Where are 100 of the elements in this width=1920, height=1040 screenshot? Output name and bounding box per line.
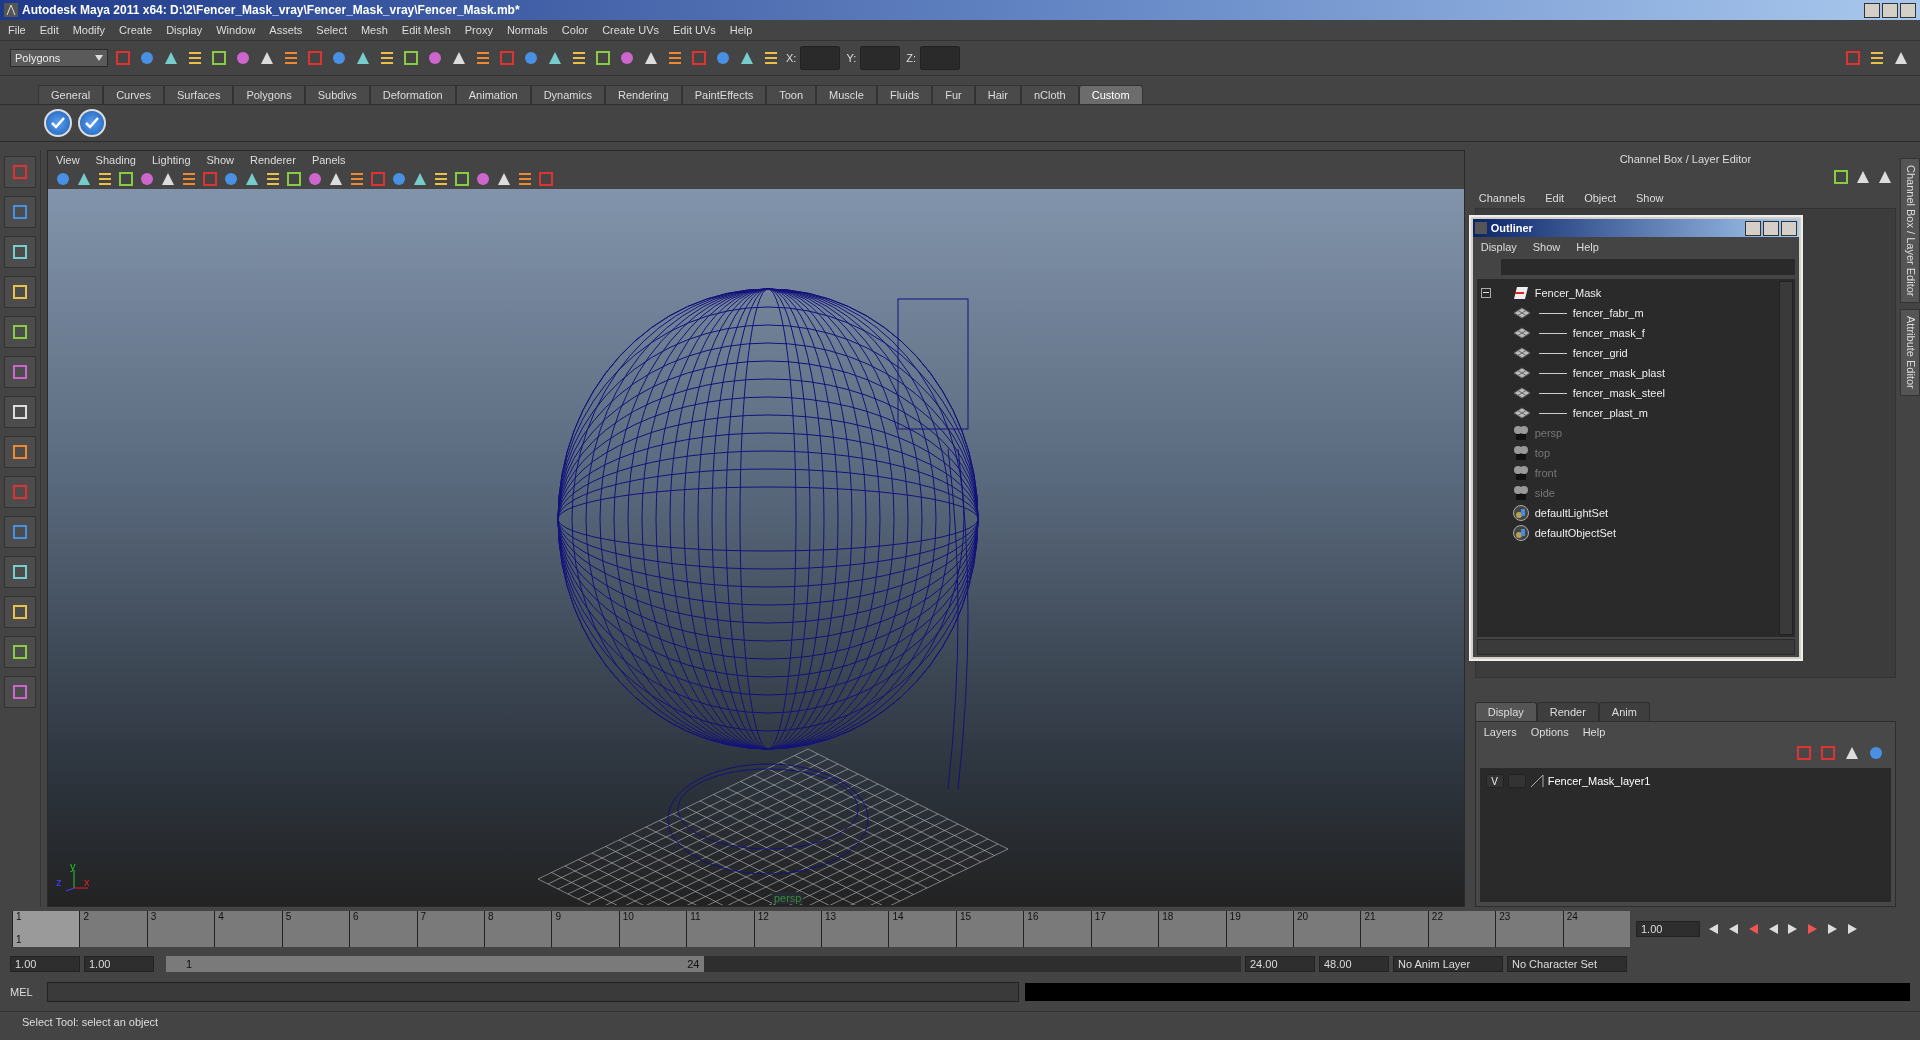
time-slider[interactable]: 1 1 2 3 4 5 6 7 8 9 10 11 12 13 14 15 16 17 18 19 20 21 22 23 24 xyxy=(12,911,1630,947)
outliner-item[interactable]: fencer_fabr_m xyxy=(1572,307,1644,319)
shelf-tab[interactable]: Rendering xyxy=(604,85,682,104)
shelf-tab[interactable]: General xyxy=(38,85,104,104)
outliner-item[interactable]: fencer_mask_plast xyxy=(1572,367,1666,379)
wireframe-mask-drawing[interactable] xyxy=(557,288,979,875)
menu-item[interactable]: Mesh xyxy=(360,24,388,36)
viewport-menu-item[interactable]: Lighting xyxy=(151,154,191,166)
menu-item[interactable]: Create UVs xyxy=(602,24,659,36)
shelf-tab[interactable]: Polygons xyxy=(233,85,305,104)
menu-item[interactable]: File xyxy=(8,24,26,36)
collapse-toggle[interactable] xyxy=(1480,288,1491,298)
menu-item[interactable]: Create xyxy=(119,24,153,36)
command-input-field[interactable] xyxy=(46,982,1019,1002)
menu-set-dropdown[interactable]: Polygons xyxy=(10,49,108,67)
frame-number: 5 xyxy=(285,911,292,922)
shelf-tab[interactable]: PaintEffects xyxy=(681,85,767,104)
layer-editor-tab[interactable]: Anim xyxy=(1598,702,1650,721)
close-button[interactable] xyxy=(1780,220,1797,236)
shelf-tab[interactable]: Deformation xyxy=(369,85,456,104)
viewport-menu-item[interactable]: Renderer xyxy=(250,154,296,166)
outliner-item[interactable]: defaultObjectSet xyxy=(1534,527,1617,539)
horizontal-scrollbar[interactable] xyxy=(1476,639,1795,655)
layer-menu-item[interactable]: Layers xyxy=(1483,726,1517,738)
menu-item[interactable]: Help xyxy=(729,24,753,36)
menu-item[interactable]: Edit UVs xyxy=(673,24,716,36)
menu-item[interactable]: Normals xyxy=(506,24,548,36)
perspective-viewport[interactable]: y z x persp xyxy=(47,189,1464,906)
menu-item[interactable]: Edit xyxy=(39,24,59,36)
menu-item[interactable]: Modify xyxy=(72,24,106,36)
viewport-menu-item[interactable]: Shading xyxy=(95,154,136,166)
outliner-menu-item[interactable]: Show xyxy=(1532,241,1561,253)
frame-number: 9 xyxy=(555,911,561,922)
layer-color-icon[interactable] xyxy=(1529,774,1544,788)
range-slider-handle[interactable]: 1 24 xyxy=(166,956,704,972)
close-button[interactable] xyxy=(1900,2,1916,18)
coordinate-field[interactable] xyxy=(920,46,960,70)
camera-icon xyxy=(1512,465,1529,481)
side-tab[interactable]: Channel Box / Layer Editor xyxy=(1900,158,1920,304)
vertical-scrollbar[interactable] xyxy=(1778,281,1793,635)
check-shelf-icon[interactable] xyxy=(78,109,106,137)
check-shelf-icon[interactable] xyxy=(44,109,72,137)
maximize-button[interactable] xyxy=(1762,220,1779,236)
outliner-item[interactable]: fencer_mask_steel xyxy=(1572,387,1666,399)
shelf-tab[interactable]: Dynamics xyxy=(530,85,605,104)
frame-number: 19 xyxy=(1229,911,1241,922)
filter-field[interactable] xyxy=(1500,259,1795,275)
outliner-item[interactable]: Fencer_Mask xyxy=(1534,287,1602,299)
channel-box-menu-item[interactable]: Edit xyxy=(1545,191,1565,204)
menu-item[interactable]: Color xyxy=(561,24,589,36)
minimize-button[interactable] xyxy=(1744,220,1761,236)
shelf-tab[interactable]: nCloth xyxy=(1020,85,1079,104)
shelf-tab[interactable]: Fur xyxy=(932,85,975,104)
layer-menu-item[interactable]: Options xyxy=(1530,726,1569,738)
menu-item[interactable]: Assets xyxy=(269,24,303,36)
character-set-dropdown[interactable]: No Character Set xyxy=(1507,956,1627,972)
outliner-item[interactable]: fencer_mask_f xyxy=(1572,327,1645,339)
anim-layer-dropdown[interactable]: No Anim Layer xyxy=(1393,956,1503,972)
menu-item[interactable]: Display xyxy=(166,24,203,36)
outliner-item[interactable]: fencer_grid xyxy=(1572,347,1628,359)
shelf-tab[interactable]: Subdivs xyxy=(304,85,370,104)
menu-item[interactable]: Window xyxy=(216,24,256,36)
channel-box-menu-item[interactable]: Show xyxy=(1635,191,1664,204)
playback-end-field[interactable]: 24.00 xyxy=(1245,956,1315,972)
layer-menu-item[interactable]: Help xyxy=(1582,726,1606,738)
shelf-tab[interactable]: Toon xyxy=(766,85,817,104)
viewport-menu-item[interactable]: View xyxy=(55,154,80,166)
channel-box-menu-item[interactable]: Channels xyxy=(1478,191,1526,204)
shelf-tab[interactable]: Muscle xyxy=(816,85,877,104)
shelf-tab[interactable]: Fluids xyxy=(876,85,933,104)
outliner-item[interactable]: defaultLightSet xyxy=(1534,507,1609,519)
viewport-menu-item[interactable]: Show xyxy=(206,154,235,166)
end-time-field[interactable]: 48.00 xyxy=(1319,956,1389,972)
channel-box-menu-item[interactable]: Object xyxy=(1584,191,1616,204)
visibility-toggle[interactable]: V xyxy=(1485,774,1504,788)
start-time-field[interactable]: 1.00 xyxy=(10,956,80,972)
layer-editor-tab[interactable]: Render xyxy=(1536,702,1599,721)
side-tab[interactable]: Attribute Editor xyxy=(1900,309,1920,397)
outliner-item[interactable]: fencer_plast_m xyxy=(1572,407,1648,419)
coordinate-field[interactable] xyxy=(800,46,841,70)
menu-item[interactable]: Edit Mesh xyxy=(401,24,451,36)
restore-button[interactable] xyxy=(1882,2,1898,18)
outliner-menu-item[interactable]: Help xyxy=(1576,241,1599,253)
playback-start-field[interactable]: 1.00 xyxy=(84,956,154,972)
viewport-menu-item[interactable]: Panels xyxy=(311,154,346,166)
command-language-label[interactable]: MEL xyxy=(10,986,33,998)
shelf-tab[interactable]: Custom xyxy=(1078,85,1143,104)
layer-name[interactable]: Fencer_Mask_layer1 xyxy=(1547,775,1651,787)
coordinate-field[interactable] xyxy=(860,46,901,70)
shelf-tab[interactable]: Curves xyxy=(103,85,164,104)
range-slider-track[interactable]: 1 24 xyxy=(166,956,1241,972)
current-time-field[interactable]: 1.00 xyxy=(1636,921,1700,937)
layer-editor-tab[interactable]: Display xyxy=(1474,702,1537,721)
shelf-tab[interactable]: Animation xyxy=(455,85,531,104)
outliner-menu-item[interactable]: Display xyxy=(1480,241,1517,253)
shelf-tab[interactable]: Surfaces xyxy=(164,85,234,104)
menu-item[interactable]: Proxy xyxy=(464,24,493,36)
shelf-tab[interactable]: Hair xyxy=(974,85,1021,104)
minimize-button[interactable] xyxy=(1864,2,1880,18)
menu-item[interactable]: Select xyxy=(316,24,347,36)
